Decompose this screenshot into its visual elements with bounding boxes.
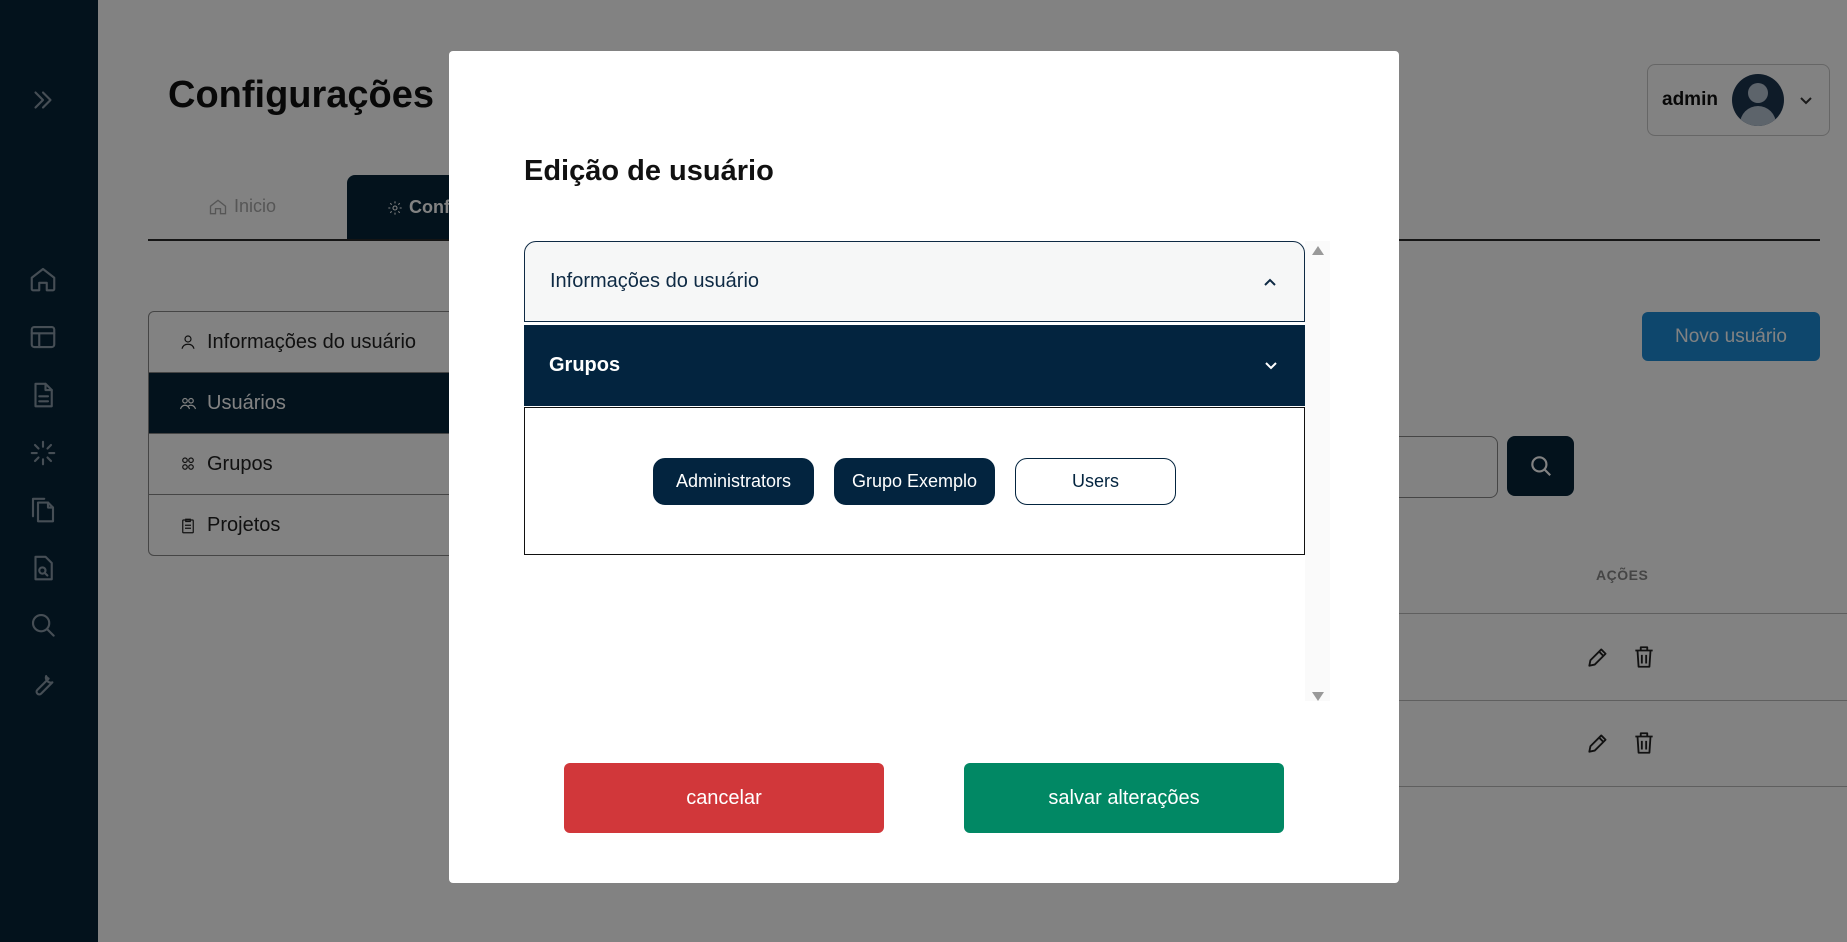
scroll-down-arrow-icon[interactable] <box>1312 692 1324 701</box>
accordion-label: Informações do usuário <box>550 270 760 292</box>
group-chip-administrators[interactable]: Administrators <box>653 457 814 505</box>
group-chip-users[interactable]: Users <box>1015 457 1176 505</box>
group-chip-grupo-exemplo[interactable]: Grupo Exemplo <box>834 457 995 505</box>
cancel-button[interactable]: cancelar <box>564 763 884 833</box>
accordion-header-groups[interactable]: Grupos <box>524 325 1305 406</box>
scrollbar[interactable] <box>1305 241 1330 701</box>
save-changes-button[interactable]: salvar alterações <box>964 763 1284 833</box>
edit-user-modal: Edição de usuário Informações do usuário… <box>449 51 1399 883</box>
chevron-up-icon <box>1264 278 1276 286</box>
chevron-down-icon <box>1265 361 1277 369</box>
accordion-label: Grupos <box>549 354 621 376</box>
accordion-scroll-area: Informações do usuário Grupos Administra… <box>524 241 1330 701</box>
modal-title: Edição de usuário <box>524 155 774 187</box>
scroll-up-arrow-icon[interactable] <box>1312 246 1324 255</box>
groups-panel: Administrators Grupo Exemplo Users <box>524 407 1305 555</box>
accordion-header-user-info[interactable]: Informações do usuário <box>524 241 1305 322</box>
